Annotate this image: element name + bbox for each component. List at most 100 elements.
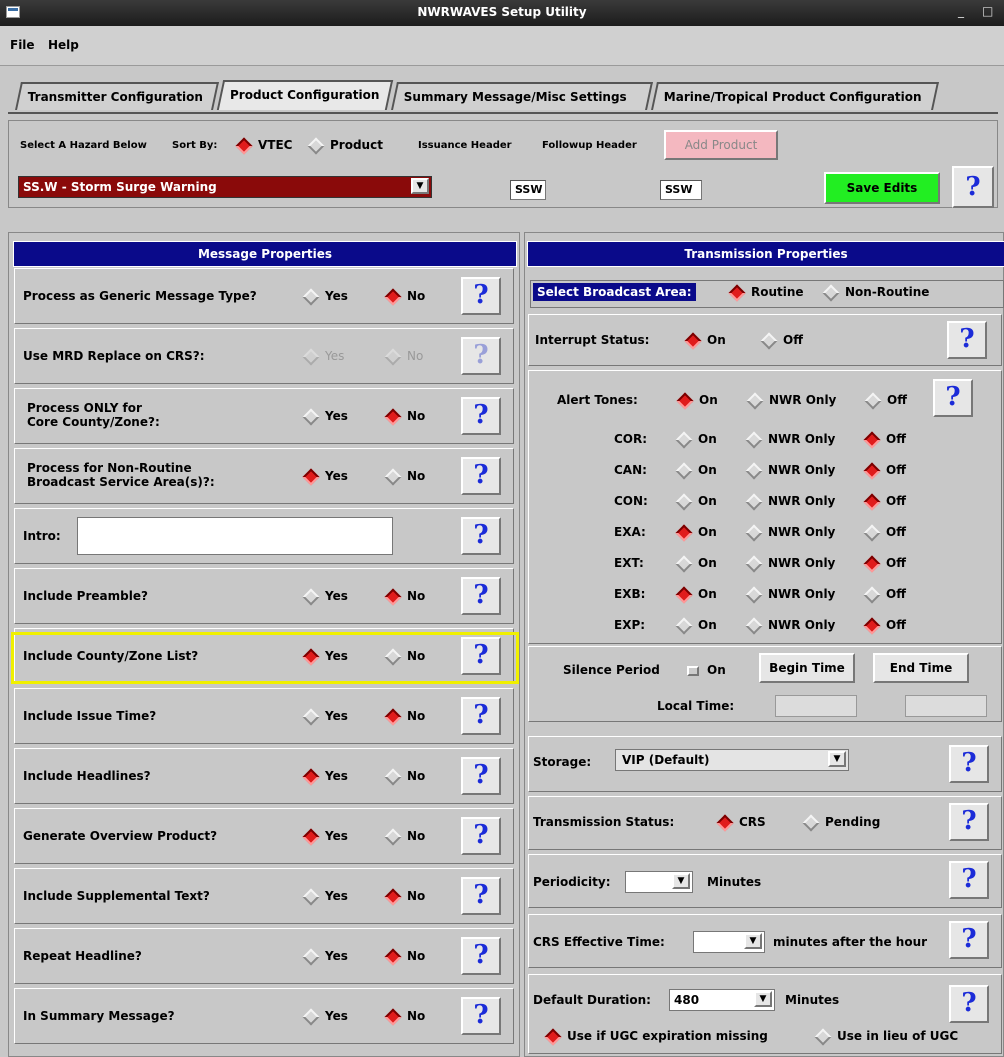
periodicity-dropdown[interactable]: ▼ [625,871,693,893]
tone-nwr-radio[interactable]: NWR Only [745,431,835,448]
tab-summary-message[interactable]: Summary Message/Misc Settings [391,82,653,110]
tone-on-radio[interactable]: On [675,555,717,572]
menu-file[interactable]: File [10,38,35,52]
no-radio[interactable]: No [384,588,425,605]
help-button[interactable]: ? [461,877,501,915]
use-in-lieu-radio[interactable]: Use in lieu of UGC [814,1028,958,1045]
save-edits-button[interactable]: Save Edits [824,172,940,204]
help-button[interactable]: ? [461,397,501,435]
tone-on-radio[interactable]: On [675,617,717,634]
crs-radio[interactable]: CRS [716,814,766,831]
yes-radio[interactable]: Yes [302,708,348,725]
yes-radio[interactable]: Yes [302,1008,348,1025]
help-crs-effective-button[interactable]: ? [949,921,989,959]
yes-radio[interactable]: Yes [302,948,348,965]
no-radio[interactable]: No [384,768,425,785]
non-routine-radio[interactable]: Non-Routine [822,284,929,301]
help-interrupt-button[interactable]: ? [947,321,987,359]
no-radio[interactable]: No [384,948,425,965]
help-button[interactable]: ? [461,937,501,975]
no-radio[interactable]: No [384,828,425,845]
tone-off-radio[interactable]: Off [863,617,906,634]
interrupt-on-radio[interactable]: On [684,332,726,349]
tone-on-radio[interactable]: On [675,493,717,510]
alert-tones-nwr-radio[interactable]: NWR Only [746,392,836,409]
no-radio[interactable]: No [384,468,425,485]
tone-on-radio[interactable]: On [675,586,717,603]
help-button[interactable]: ? [461,757,501,795]
yes-radio[interactable]: Yes [302,888,348,905]
help-button[interactable]: ? [461,817,501,855]
issuance-header-field[interactable]: SSW [510,180,546,200]
begin-time-button[interactable]: Begin Time [759,653,855,683]
help-button[interactable]: ? [461,997,501,1035]
row-label: Use MRD Replace on CRS?: [23,349,205,363]
followup-header-field[interactable]: SSW [660,180,702,200]
pending-radio[interactable]: Pending [802,814,880,831]
help-alert-tones-button[interactable]: ? [933,379,973,417]
help-default-duration-button[interactable]: ? [949,985,989,1023]
tone-off-radio[interactable]: Off [863,431,906,448]
yes-radio[interactable]: Yes [302,348,344,365]
silence-on-checkbox[interactable]: On [687,663,726,677]
no-radio[interactable]: No [384,708,425,725]
tone-nwr-radio[interactable]: NWR Only [745,524,835,541]
end-time-button[interactable]: End Time [873,653,969,683]
tone-off-radio[interactable]: Off [863,555,906,572]
hazard-dropdown[interactable]: SS.W - Storm Surge Warning ▼ [18,176,432,198]
default-duration-dropdown[interactable]: 480 ▼ [669,989,775,1011]
alert-tones-on-radio[interactable]: On [676,392,718,409]
tab-transmitter-configuration[interactable]: Transmitter Configuration [15,82,219,110]
tone-nwr-radio[interactable]: NWR Only [745,493,835,510]
tone-off-radio[interactable]: Off [863,524,906,541]
crs-effective-time-dropdown[interactable]: ▼ [693,931,765,953]
yes-radio[interactable]: Yes [302,408,348,425]
tone-on-radio[interactable]: On [675,431,717,448]
sort-product-radio[interactable]: Product [307,137,383,154]
tab-marine-tropical[interactable]: Marine/Tropical Product Configuration [651,82,939,110]
yes-radio[interactable]: Yes [302,768,348,785]
tab-product-configuration[interactable]: Product Configuration [216,80,394,110]
help-button[interactable]: ? [461,457,501,495]
yes-radio[interactable]: Yes [302,468,348,485]
minimize-button[interactable]: _ [958,4,964,18]
tone-off-radio[interactable]: Off [863,493,906,510]
no-radio[interactable]: No [384,888,425,905]
tone-nwr-radio[interactable]: NWR Only [745,617,835,634]
intro-input[interactable] [77,517,393,555]
help-button[interactable]: ? [461,277,501,315]
help-button[interactable]: ? [461,697,501,735]
help-hazard-button[interactable]: ? [952,166,994,208]
tone-off-radio[interactable]: Off [863,586,906,603]
alert-tones-off-radio[interactable]: Off [864,392,907,409]
sort-vtec-radio[interactable]: VTEC [235,137,292,154]
tone-on-radio[interactable]: On [675,524,717,541]
tone-nwr-radio[interactable]: NWR Only [745,555,835,572]
help-button[interactable]: ? [461,517,501,555]
help-periodicity-button[interactable]: ? [949,861,989,899]
yes-radio[interactable]: Yes [302,828,348,845]
radio-selected-icon [384,288,402,305]
maximize-button[interactable]: □ [982,4,993,18]
tone-on-radio[interactable]: On [675,462,717,479]
menu-help[interactable]: Help [48,38,79,52]
no-radio[interactable]: No [384,348,423,365]
routine-radio[interactable]: Routine [728,284,804,301]
no-radio[interactable]: No [384,288,425,305]
tone-nwr-radio[interactable]: NWR Only [745,462,835,479]
no-radio[interactable]: No [384,1008,425,1025]
help-storage-button[interactable]: ? [949,745,989,783]
storage-dropdown[interactable]: VIP (Default) ▼ [615,749,849,771]
tone-nwr-radio[interactable]: NWR Only [745,586,835,603]
help-transmission-status-button[interactable]: ? [949,803,989,841]
help-button[interactable]: ? [461,337,501,375]
no-radio[interactable]: No [384,408,425,425]
yes-radio[interactable]: Yes [302,588,348,605]
yes-radio[interactable]: Yes [302,288,348,305]
tone-off-radio[interactable]: Off [863,462,906,479]
help-button[interactable]: ? [461,577,501,615]
add-product-button[interactable]: Add Product [664,130,778,160]
interrupt-off-radio[interactable]: Off [760,332,803,349]
chevron-down-icon: ▼ [828,751,846,767]
use-if-missing-radio[interactable]: Use if UGC expiration missing [544,1028,768,1045]
